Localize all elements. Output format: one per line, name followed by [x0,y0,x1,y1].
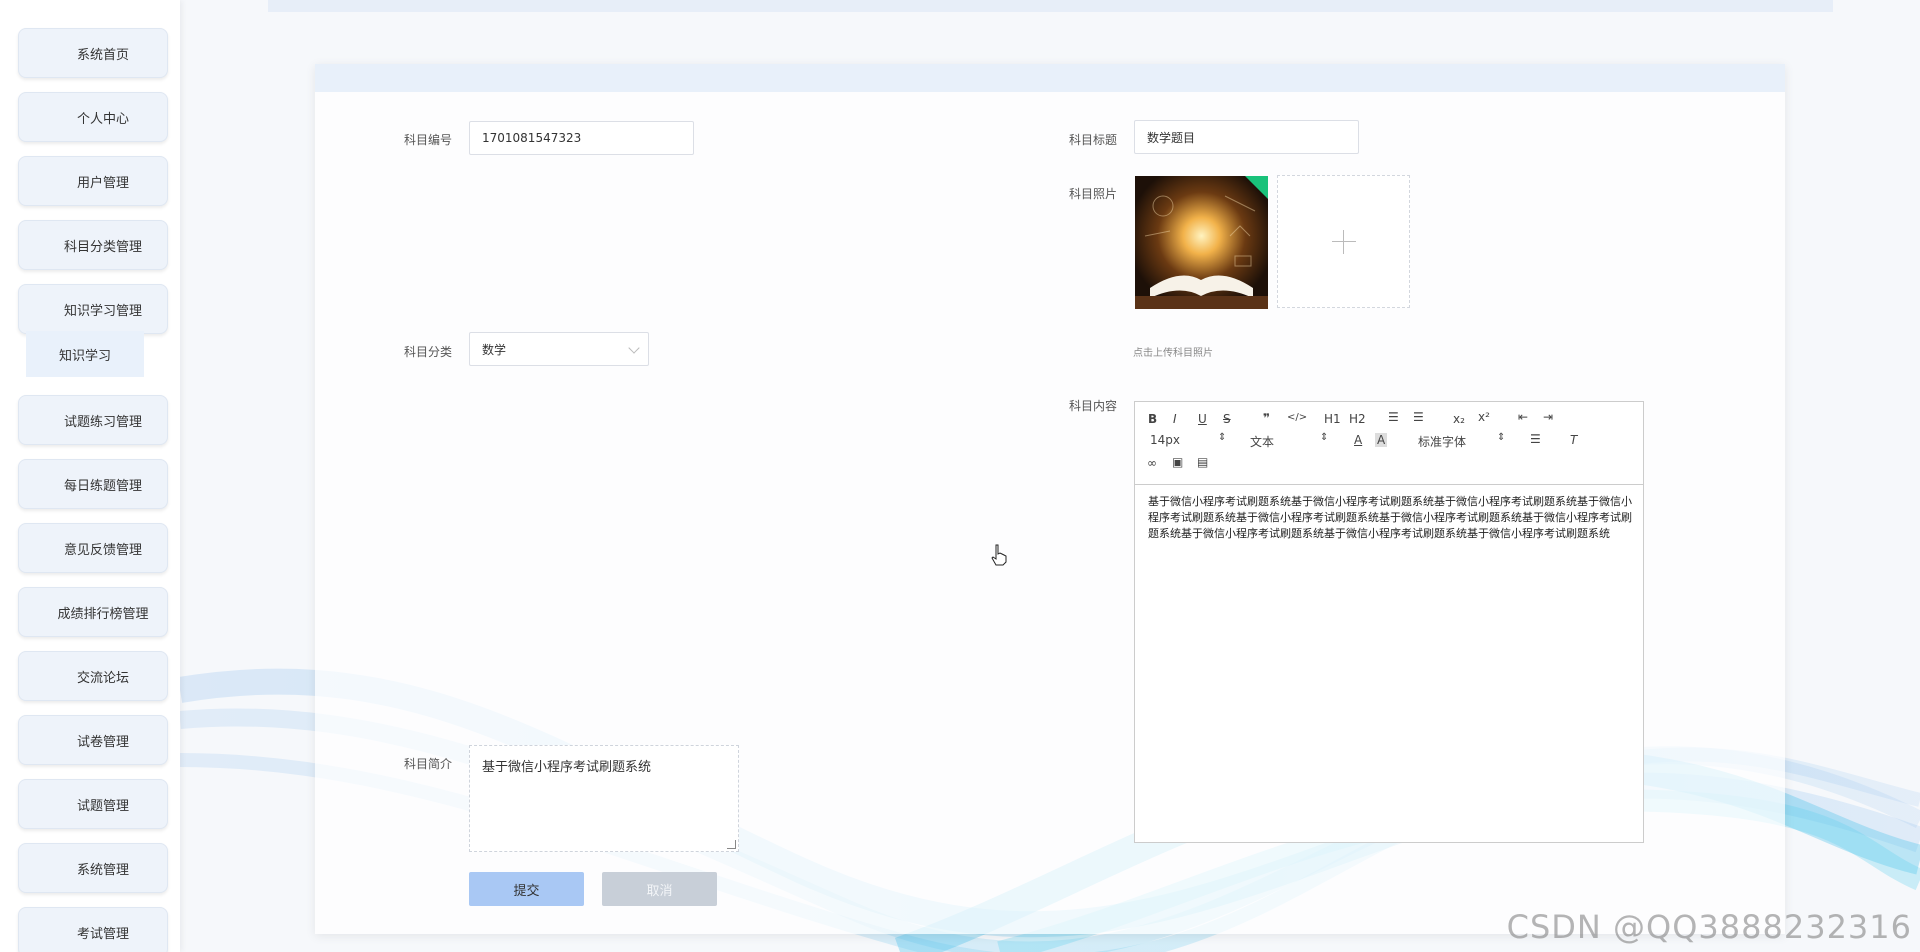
underline-icon[interactable]: U [1198,412,1207,426]
heading2-icon[interactable]: H2 [1349,412,1366,426]
heading1-icon[interactable]: H1 [1324,412,1341,426]
book-light-image [1135,176,1268,309]
intro-label: 科目简介 [403,757,452,771]
video-icon[interactable]: ▤ [1197,455,1208,469]
category-label: 科目分类 [403,345,452,359]
intro-textarea[interactable]: 基于微信小程序考试刷题系统 [469,745,739,852]
submit-button[interactable]: 提交 [469,872,584,906]
editor-toolbar: B I U S ❞ </> H1 H2 ☰ ☰ x₂ x² ⇤ ⇥ 14px ⇕… [1135,402,1643,485]
clear-format-icon[interactable]: T [1570,433,1577,447]
title-label: 科目标题 [1068,133,1117,147]
image-icon[interactable]: ▣ [1172,455,1183,469]
font-color-icon[interactable]: A [1354,433,1362,447]
photo-hint: 点击上传科目照片 [1133,348,1213,359]
cancel-button[interactable]: 取消 [602,872,717,906]
photo-label: 科目照片 [1068,187,1117,201]
indent-icon[interactable]: ⇥ [1543,410,1553,424]
font-size-arrow-icon: ⇕ [1218,432,1227,443]
link-icon[interactable]: ∞ [1147,456,1157,470]
app-window: 系统首页 个人中心 用户管理 科目分类管理 知识学习管理 知识学习 试题练习管理… [0,0,1920,952]
plus-icon-vertical [1343,230,1344,254]
photo-uploader[interactable] [1277,175,1410,308]
plus-icon [1332,241,1356,242]
subject-photo[interactable] [1135,176,1268,309]
font-family-select[interactable]: 标准字体 [1418,433,1466,450]
font-family-arrow-icon: ⇕ [1497,432,1506,443]
bullet-list-icon[interactable]: ☰ [1413,410,1424,424]
watermark: CSDN @QQ3888232316 [1506,908,1912,946]
subscript-icon[interactable]: x₂ [1453,412,1465,426]
category-value: 数学 [482,342,507,357]
text-type-arrow-icon: ⇕ [1320,432,1329,443]
bold-icon[interactable]: B [1148,412,1157,426]
resize-handle-icon[interactable] [727,840,736,849]
outdent-icon[interactable]: ⇤ [1518,410,1528,424]
ordered-list-icon[interactable]: ☰ [1388,410,1399,424]
italic-icon[interactable]: I [1173,412,1177,426]
superscript-icon[interactable]: x² [1478,410,1490,424]
text-type-select[interactable]: 文本 [1250,433,1274,450]
intro-value: 基于微信小程序考试刷题系统 [482,760,652,775]
category-select[interactable]: 数学 [469,332,649,366]
font-size-select[interactable]: 14px [1150,433,1180,447]
quote-icon[interactable]: ❞ [1263,411,1270,425]
bg-color-icon[interactable]: A [1375,433,1388,447]
form-layer: 科目编号 1701081547323 科目标题 数学题目 科目照片 点击上传科目… [0,0,1920,952]
rich-text-editor[interactable]: B I U S ❞ </> H1 H2 ☰ ☰ x₂ x² ⇤ ⇥ 14px ⇕… [1134,401,1644,843]
code-icon[interactable]: </> [1287,412,1307,423]
title-input[interactable]: 数学题目 [1134,120,1359,154]
editor-content[interactable]: 基于微信小程序考试刷题系统基于微信小程序考试刷题系统基于微信小程序考试刷题系统基… [1148,494,1632,542]
content-label: 科目内容 [1068,399,1117,413]
strike-icon[interactable]: S [1223,412,1231,426]
code-input[interactable]: 1701081547323 [469,121,694,155]
code-label: 科目编号 [403,133,452,147]
align-icon[interactable]: ☰ [1530,432,1541,446]
hand-cursor-icon [991,544,1007,566]
chevron-down-icon [628,342,640,354]
